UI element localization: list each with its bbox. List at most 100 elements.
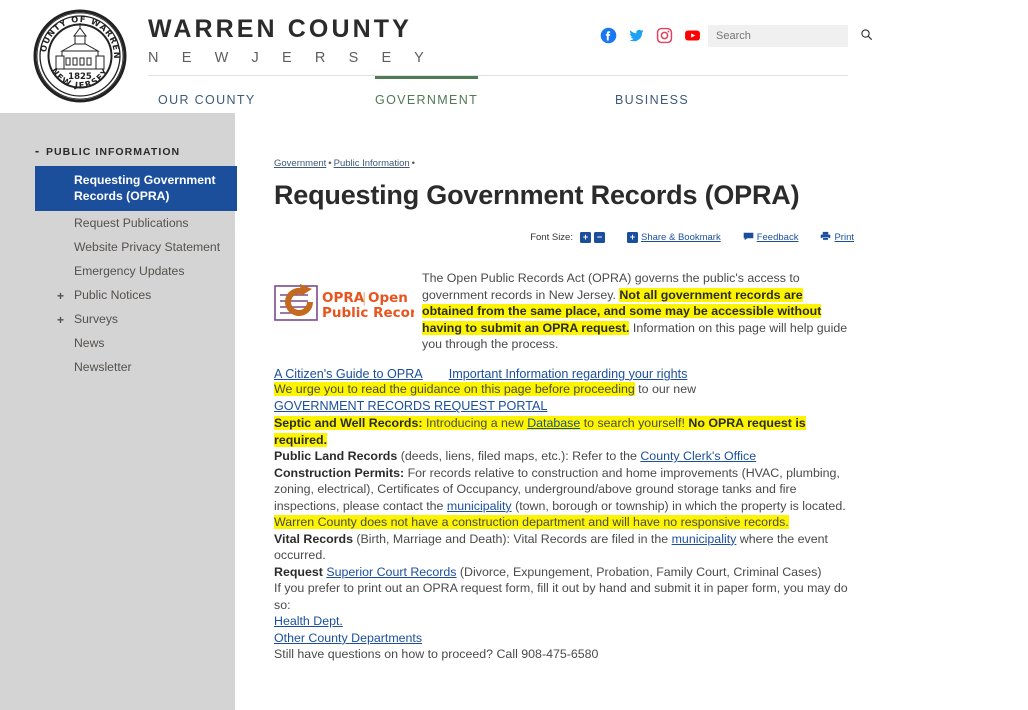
urge-tail: to our new xyxy=(634,381,697,396)
instagram-icon[interactable] xyxy=(656,27,673,44)
sidebar-item-website-privacy-statement[interactable]: Website Privacy Statement xyxy=(0,235,235,259)
superior-lead: Request xyxy=(274,564,327,579)
svg-text:Public RecordsAct: Public RecordsAct xyxy=(322,305,414,321)
sidebar-item-label: Newsletter xyxy=(74,360,132,374)
link-citizens-guide-to-opra[interactable]: A Citizen's Guide to OPRA xyxy=(274,367,423,381)
social-links xyxy=(600,27,701,44)
public-land-mid: (deeds, liens, filed maps, etc.): Refer … xyxy=(397,449,641,464)
urge-highlight: We urge you to read the guidance on this… xyxy=(274,381,635,396)
link-health-dept[interactable]: Health Dept. xyxy=(274,614,343,628)
sidebar-item-label: Request Publications xyxy=(74,216,189,230)
share-and-bookmark-link[interactable]: Share & Bookmark xyxy=(641,232,721,243)
breadcrumb-link-government[interactable]: Government xyxy=(274,158,326,169)
nav-item-business[interactable]: BUSINESS xyxy=(615,85,689,107)
sidebar-menu: Requesting Government Records (OPRA) Req… xyxy=(0,166,237,379)
construction-paragraph: Construction Permits: For records relati… xyxy=(274,465,854,531)
svg-text:|: | xyxy=(362,291,366,306)
public-land-paragraph: Public Land Records (deeds, liens, filed… xyxy=(274,448,854,465)
nav-item-government[interactable]: GOVERNMENT xyxy=(375,76,479,107)
share-plus-icon[interactable]: + xyxy=(626,232,638,244)
opra-logo: OPRA | Open Public RecordsAct xyxy=(274,282,460,322)
svg-text:OPRA: OPRA xyxy=(322,290,365,306)
print-form-text: If you prefer to print out an OPRA reque… xyxy=(274,581,848,612)
twitter-icon[interactable] xyxy=(628,27,645,44)
link-other-county-departments[interactable]: Other County Departments xyxy=(274,631,422,645)
sidebar-section-title: PUBLIC INFORMATION xyxy=(46,146,181,158)
construction-body2: (town, borough or township) in which the… xyxy=(511,498,846,513)
septic-mid: Introducing a new xyxy=(422,416,528,431)
sidebar-item-label: Emergency Updates xyxy=(74,264,185,278)
facebook-icon[interactable] xyxy=(600,27,617,44)
superior-tail: (Divorce, Expungement, Probation, Family… xyxy=(456,564,822,579)
sidebar-item-public-notices[interactable]: + Public Notices xyxy=(0,283,235,307)
construction-highlight: Warren County does not have a constructi… xyxy=(274,515,789,530)
font-size-increase-button[interactable]: + xyxy=(579,232,591,244)
search-button[interactable] xyxy=(860,25,873,47)
vital-records-paragraph: Vital Records (Birth, Marriage and Death… xyxy=(274,531,854,564)
expand-plus-icon[interactable]: + xyxy=(57,312,64,328)
sidebar-item-emergency-updates[interactable]: Emergency Updates xyxy=(0,259,235,283)
link-municipality-vital[interactable]: municipality xyxy=(672,532,737,546)
sidebar-collapse-toggle[interactable]: - xyxy=(31,144,43,158)
sidebar-item-request-publications[interactable]: Request Publications xyxy=(0,211,235,235)
link-superior-court-records[interactable]: Superior Court Records xyxy=(326,565,456,579)
link-septic-database[interactable]: Database xyxy=(527,416,580,430)
main-content: Government • Public Information • Requestin… xyxy=(274,113,854,663)
nav-item-our-county[interactable]: OUR COUNTY xyxy=(158,85,256,107)
font-size-decrease-button[interactable]: − xyxy=(593,232,605,244)
font-size-label: Font Size: xyxy=(530,232,573,244)
septic-paragraph: Septic and Well Records: Introducing a n… xyxy=(274,415,854,448)
sidebar-item-surveys[interactable]: + Surveys xyxy=(0,307,235,331)
link-government-records-request-portal[interactable]: GOVERNMENT RECORDS REQUEST PORTAL xyxy=(274,399,547,413)
print-link[interactable]: Print xyxy=(834,232,854,243)
search-box[interactable] xyxy=(708,25,873,47)
comment-icon xyxy=(743,232,754,244)
breadcrumb-separator: • xyxy=(411,158,415,169)
nav-label: GOVERNMENT xyxy=(375,93,479,107)
page-root: 1825 COUNTY OF WARREN NEW JERSEY WARREN … xyxy=(0,0,1028,710)
svg-text:Open: Open xyxy=(368,290,408,306)
septic-lead: Septic and Well Records: xyxy=(274,416,423,431)
search-input[interactable] xyxy=(708,29,860,43)
feedback-link[interactable]: Feedback xyxy=(757,232,799,243)
questions-paragraph: Still have questions on how to proceed? … xyxy=(274,647,599,662)
page-title: Requesting Government Records (OPRA) xyxy=(274,180,800,210)
search-icon xyxy=(860,28,873,44)
construction-lead: Construction Permits: xyxy=(274,465,405,480)
expand-plus-icon[interactable]: + xyxy=(57,288,64,304)
link-county-clerks-office[interactable]: County Clerk's Office xyxy=(640,449,756,463)
vital-lead: Vital Records xyxy=(274,531,353,546)
link-important-information-rights[interactable]: Important Information regarding your rig… xyxy=(449,367,688,381)
septic-highlight-wrap: Septic and Well Records: Introducing a n… xyxy=(274,416,806,447)
portal-link-paragraph: GOVERNMENT RECORDS REQUEST PORTAL xyxy=(274,397,854,415)
sidebar-item-label: Requesting Government Records (OPRA) xyxy=(74,173,216,203)
youtube-icon[interactable] xyxy=(684,27,701,44)
sidebar-item-label: Public Notices xyxy=(74,288,152,302)
breadcrumb-link-public-information[interactable]: Public Information xyxy=(334,158,410,169)
intro-paragraph: The Open Public Records Act (OPRA) gover… xyxy=(422,270,854,353)
main-navigation: OUR COUNTY GOVERNMENT BUSINESS xyxy=(148,75,848,113)
sidebar-item-newsletter[interactable]: Newsletter xyxy=(0,355,235,379)
sidebar-item-requesting-government-records[interactable]: Requesting Government Records (OPRA) xyxy=(35,166,237,211)
breadcrumb: Government • Public Information • xyxy=(274,158,854,169)
vital-body1: (Birth, Marriage and Death): Vital Recor… xyxy=(352,531,672,546)
septic-after: to search yourself! xyxy=(580,416,689,431)
breadcrumb-separator: • xyxy=(328,158,332,169)
page-toolbar: Font Size: + − + Share & Bookmark Feedba… xyxy=(274,231,854,244)
printer-icon xyxy=(820,231,831,244)
sidebar-item-label: News xyxy=(74,336,105,350)
site-brand[interactable]: WARREN COUNTY N E W J E R S E Y xyxy=(148,15,434,66)
sidebar-item-label: Website Privacy Statement xyxy=(74,240,221,254)
brand-title: WARREN COUNTY xyxy=(148,15,412,43)
sidebar-item-news[interactable]: News xyxy=(0,331,235,355)
public-land-lead: Public Land Records xyxy=(274,449,398,464)
quick-links-row: A Citizen's Guide to OPRA Important Info… xyxy=(274,367,854,381)
intro-block: OPRA | Open Public RecordsAct The Open P… xyxy=(274,270,854,353)
link-municipality-construction[interactable]: municipality xyxy=(447,499,512,513)
sidebar: - PUBLIC INFORMATION Requesting Governme… xyxy=(0,113,237,710)
brand-subtitle: N E W J E R S E Y xyxy=(148,49,434,66)
print-form-paragraph: If you prefer to print out an OPRA reque… xyxy=(274,580,854,646)
county-seal-logo[interactable]: 1825 COUNTY OF WARREN NEW JERSEY xyxy=(24,0,132,104)
urge-paragraph: We urge you to read the guidance on this… xyxy=(274,381,854,398)
nav-label: BUSINESS xyxy=(615,93,690,107)
